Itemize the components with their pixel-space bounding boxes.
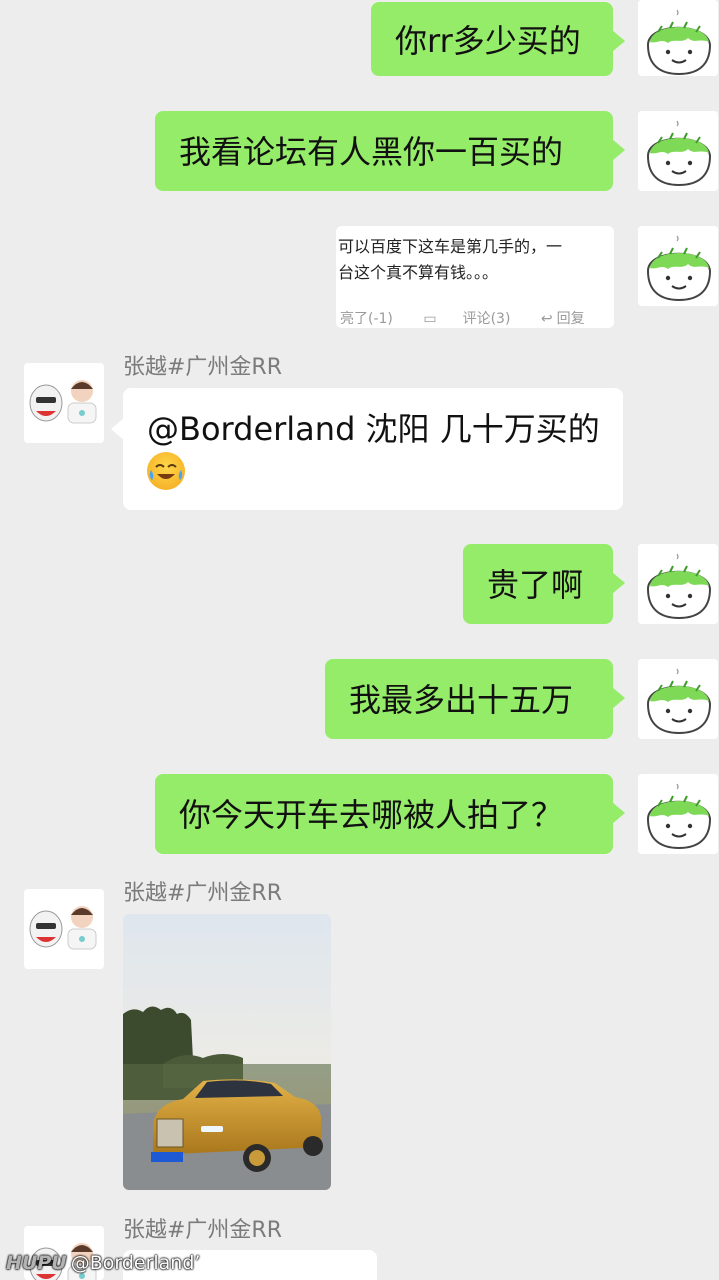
message-text: 我最多出十五万 (349, 681, 574, 719)
self-avatar[interactable] (638, 544, 718, 624)
self-avatar[interactable] (638, 111, 718, 191)
gold-car-image (123, 914, 331, 1190)
green-dumpling-face-avatar-icon (638, 659, 718, 739)
outgoing-message-bubble[interactable]: 你rr多少买的 (371, 2, 625, 76)
green-dumpling-face-avatar-icon (638, 226, 718, 306)
contact-avatar[interactable] (24, 363, 104, 443)
outgoing-message-bubble[interactable]: 你今天开车去哪被人拍了？ (155, 774, 625, 854)
self-avatar[interactable] (638, 774, 718, 854)
forum-comment-text: 可以百度下这车是第几手的，一 台这个真不算有钱。。。 (338, 234, 608, 286)
hupu-logo: HUPU (6, 1252, 67, 1274)
comment-line-2: 台这个真不算有钱。。。 (338, 263, 499, 282)
outgoing-message-bubble[interactable]: 我最多出十五万 (325, 659, 625, 739)
sender-name: 张越#广州金RR (123, 355, 283, 380)
sender-name: 张越#广州金RR (123, 881, 283, 906)
like-count: 亮了(-1) (340, 311, 393, 327)
green-dumpling-face-avatar-icon (638, 774, 718, 854)
message-text: 你rr多少买的 (395, 22, 581, 60)
reply-label: 回复 (556, 311, 585, 327)
message-text: 你今天开车去哪被人拍了？ (179, 796, 564, 834)
outgoing-message-bubble[interactable]: 贵了啊 (463, 544, 625, 624)
crying-laughing-emoji-icon (147, 452, 185, 490)
green-dumpling-face-avatar-icon (638, 544, 718, 624)
stormtrooper-and-man-avatar-icon (24, 889, 104, 969)
comment-count: 评论(3) (462, 311, 511, 327)
contact-avatar[interactable] (24, 889, 104, 969)
self-avatar[interactable] (638, 0, 718, 76)
comment-actions: 亮了(-1) ▭ 评论(3) ↩ 回复 (340, 308, 611, 328)
stormtrooper-and-man-avatar-icon (24, 363, 104, 443)
message-text: @Borderland 沈阳 几十万买的 (147, 410, 600, 448)
watermark: HUPU @Borderland’ (6, 1252, 200, 1274)
forum-screenshot-image[interactable]: 可以百度下这车是第几手的，一 台这个真不算有钱。。。 亮了(-1) ▭ 评论(3)… (336, 226, 614, 328)
self-avatar[interactable] (638, 659, 718, 739)
incoming-message-bubble[interactable]: @Borderland 沈阳 几十万买的 (111, 388, 623, 510)
outgoing-message-bubble[interactable]: 我看论坛有人黑你一百买的 (155, 111, 625, 191)
green-dumpling-face-avatar-icon (638, 0, 718, 76)
reply-arrow-icon: ↩ (540, 311, 553, 327)
gold-car-photo[interactable] (123, 914, 331, 1190)
sender-name: 张越#广州金RR (123, 1218, 283, 1243)
self-avatar[interactable] (638, 226, 718, 306)
green-dumpling-face-avatar-icon (638, 111, 718, 191)
comment-icon: ▭ (423, 311, 437, 327)
watermark-user: @Borderland’ (70, 1252, 201, 1274)
message-text: 贵了啊 (487, 566, 584, 604)
comment-line-1: 可以百度下这车是第几手的，一 (338, 237, 563, 256)
message-text: 我看论坛有人黑你一百买的 (179, 133, 564, 171)
